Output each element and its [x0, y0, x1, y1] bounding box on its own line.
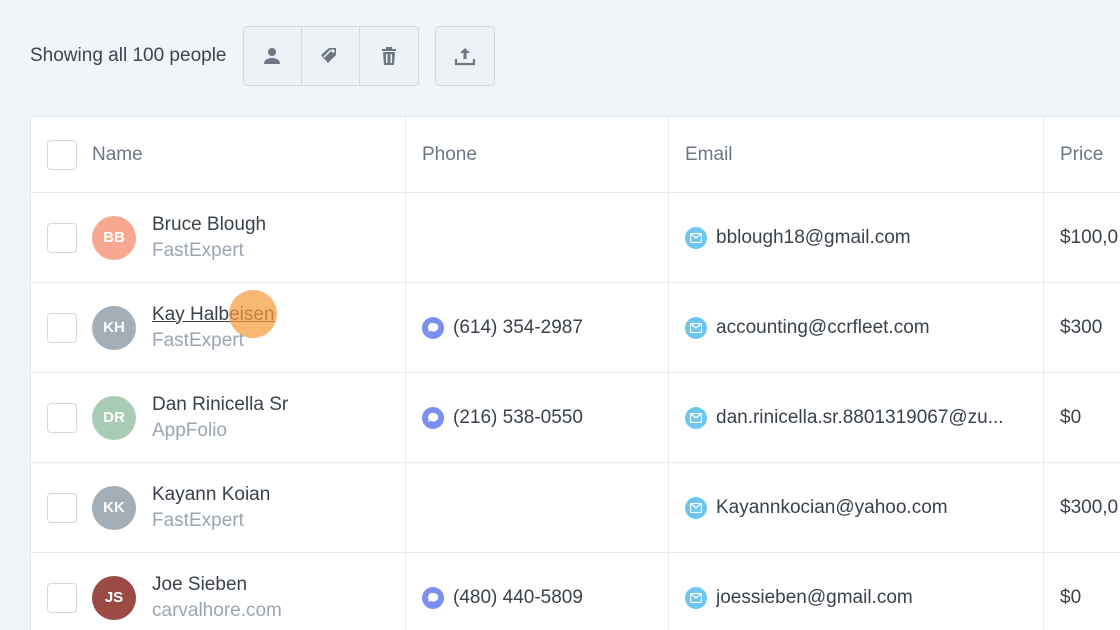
bulk-action-group [242, 26, 419, 86]
email-link[interactable]: accounting@ccrfleet.com [716, 317, 930, 339]
row-checkbox[interactable] [47, 492, 77, 523]
email-cell: accounting@ccrfleet.com [669, 283, 1044, 372]
avatar-initials: KH [103, 319, 125, 336]
person-name-link[interactable]: Kayann Koian [152, 482, 270, 508]
row-checkbox[interactable] [47, 402, 77, 433]
avatar-initials: JS [104, 589, 124, 606]
avatar: JS [92, 575, 136, 620]
price-cell: $0 [1044, 553, 1120, 630]
row-checkbox[interactable] [47, 312, 77, 343]
company-name: AppFolio [152, 419, 227, 441]
column-header-name[interactable]: Name [92, 144, 143, 166]
avatar: DR [92, 395, 136, 440]
company-name: FastExpert [152, 329, 244, 351]
email-cell: dan.rinicella.sr.8801319067@zu... [669, 373, 1044, 462]
person-name-link[interactable]: Bruce Blough [152, 212, 266, 238]
column-header-email[interactable]: Email [685, 144, 733, 166]
phone-number[interactable]: (216) 538-0550 [453, 407, 583, 429]
table-row[interactable]: KK Kayann Koian FastExpert Kayannkocian@… [31, 463, 1120, 553]
price-value: $0 [1060, 586, 1082, 608]
name-cell: BB Bruce Blough FastExpert [31, 193, 406, 282]
header-price-cell: Price [1044, 117, 1120, 192]
export-button[interactable] [434, 26, 495, 86]
upload-icon [454, 48, 475, 66]
mail-icon [685, 316, 707, 339]
price-cell: $0 [1044, 373, 1120, 462]
avatar: KK [92, 485, 136, 530]
phone-cell: (480) 440-5809 [406, 553, 669, 630]
table-row[interactable]: DR Dan Rinicella Sr AppFolio (216) 538-0… [31, 373, 1120, 463]
company-name: FastExpert [152, 509, 244, 531]
phone-cell: (216) 538-0550 [406, 373, 669, 462]
column-header-price[interactable]: Price [1060, 144, 1103, 166]
price-value: $300,0 [1060, 496, 1119, 518]
chat-bubble-icon [422, 586, 444, 609]
avatar: KH [92, 305, 136, 350]
price-cell: $300,0 [1044, 463, 1120, 552]
assign-person-button[interactable] [244, 27, 302, 85]
company-name: carvalhore.com [152, 599, 282, 621]
table-row[interactable]: JS Joe Sieben carvalhore.com (480) 440-5… [31, 553, 1120, 630]
chat-bubble-icon [422, 406, 444, 429]
person-name-link[interactable]: Kay Halbeisen [152, 302, 275, 328]
phone-number[interactable]: (480) 440-5809 [453, 587, 583, 609]
phone-cell: (614) 354-2987 [406, 283, 669, 372]
avatar-initials: KK [103, 499, 125, 516]
name-cell: KK Kayann Koian FastExpert [31, 463, 406, 552]
trash-icon [381, 47, 396, 65]
table-row[interactable]: BB Bruce Blough FastExpert bblough18@gma… [31, 193, 1120, 283]
price-value: $0 [1060, 406, 1082, 428]
header-email-cell: Email [669, 117, 1044, 192]
price-cell: $100,0 [1044, 193, 1120, 282]
table-header: Name Phone Email Price [31, 117, 1120, 193]
person-name-link[interactable]: Dan Rinicella Sr [152, 392, 288, 418]
price-value: $100,0 [1060, 226, 1119, 248]
email-link[interactable]: dan.rinicella.sr.8801319067@zu... [716, 407, 1004, 429]
row-checkbox[interactable] [47, 222, 77, 253]
name-cell: DR Dan Rinicella Sr AppFolio [31, 373, 406, 462]
chat-bubble-icon [422, 316, 444, 339]
price-value: $300 [1060, 316, 1103, 338]
select-all-checkbox[interactable] [47, 139, 77, 170]
toolbar: Showing all 100 people [30, 26, 495, 86]
email-cell: joessieben@gmail.com [669, 553, 1044, 630]
email-cell: bblough18@gmail.com [669, 193, 1044, 282]
price-cell: $300 [1044, 283, 1120, 372]
company-name: FastExpert [152, 239, 244, 261]
table-row[interactable]: KH Kay Halbeisen FastExpert (614) 354-29… [31, 283, 1120, 373]
email-link[interactable]: bblough18@gmail.com [716, 227, 911, 249]
row-checkbox[interactable] [47, 582, 77, 613]
column-header-phone[interactable]: Phone [422, 144, 477, 166]
person-icon [264, 48, 280, 64]
avatar-initials: BB [103, 229, 125, 246]
email-link[interactable]: Kayannkocian@yahoo.com [716, 497, 948, 519]
mail-icon [685, 586, 707, 609]
avatar: BB [92, 215, 136, 260]
phone-cell [406, 463, 669, 552]
tag-button[interactable] [302, 27, 360, 85]
email-cell: Kayannkocian@yahoo.com [669, 463, 1044, 552]
phone-number[interactable]: (614) 354-2987 [453, 317, 583, 339]
delete-button[interactable] [360, 27, 418, 85]
name-cell: JS Joe Sieben carvalhore.com [31, 553, 406, 630]
people-count-label: Showing all 100 people [30, 45, 227, 66]
name-cell: KH Kay Halbeisen FastExpert [31, 283, 406, 372]
header-phone-cell: Phone [406, 117, 669, 192]
email-link[interactable]: joessieben@gmail.com [716, 587, 913, 609]
person-name-link[interactable]: Joe Sieben [152, 572, 282, 598]
phone-cell [406, 193, 669, 282]
people-table: Name Phone Email Price BB Bruce Blough F… [30, 116, 1120, 630]
avatar-initials: DR [103, 409, 125, 426]
mail-icon [685, 496, 707, 519]
mail-icon [685, 406, 707, 429]
header-name-cell: Name [31, 117, 406, 192]
tags-icon [321, 48, 336, 63]
mail-icon [685, 226, 707, 249]
